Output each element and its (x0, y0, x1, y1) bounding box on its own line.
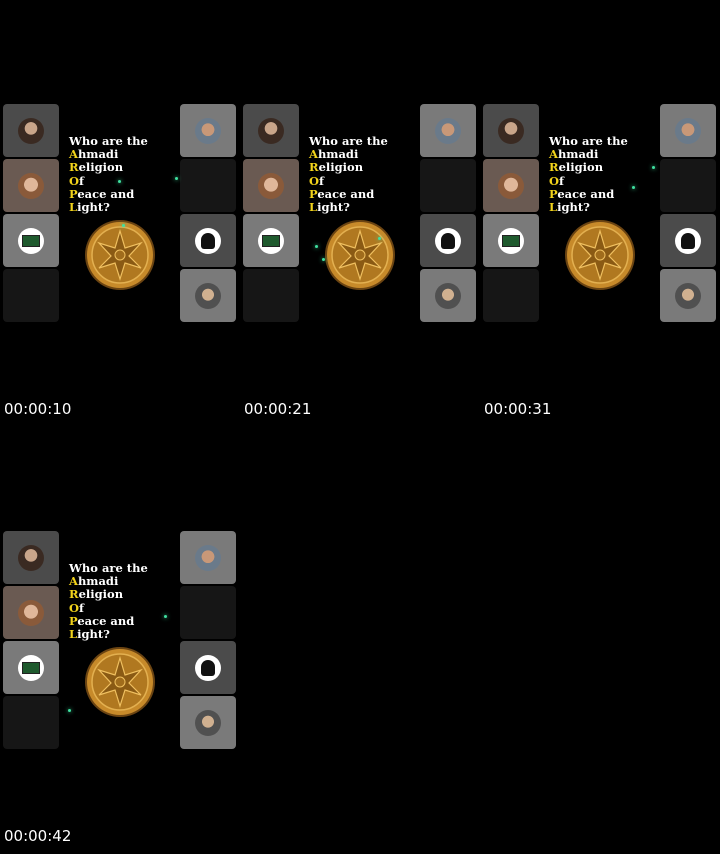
avatar (675, 117, 701, 144)
participant-tile[interactable] (3, 159, 59, 212)
hooded-avatar (195, 227, 221, 254)
avatar (498, 172, 524, 199)
participant-tile[interactable] (180, 531, 236, 584)
avatar (435, 282, 461, 309)
sparkle (632, 186, 635, 189)
sparkle (122, 224, 125, 227)
empty-tile (483, 269, 539, 322)
participant-tile[interactable] (420, 104, 476, 157)
participant-tile[interactable] (420, 214, 476, 267)
hooded-avatar (675, 227, 701, 254)
avatar (258, 172, 284, 199)
avatar (195, 282, 221, 309)
sparkle (315, 245, 318, 248)
empty-tile (420, 159, 476, 212)
septagram-medal-icon (85, 647, 155, 717)
septagram-medal-icon (85, 220, 155, 290)
empty-tile (660, 159, 716, 212)
avatar (18, 599, 44, 626)
participant-tile[interactable] (660, 269, 716, 322)
sparkle (164, 615, 167, 618)
video-frame-1: Who are the Ahmadi Religion Of Peace and… (0, 0, 240, 427)
avatar (435, 117, 461, 144)
avatar (195, 544, 221, 571)
avatar (18, 544, 44, 571)
participant-tile[interactable] (3, 531, 59, 584)
hooded-avatar (435, 227, 461, 254)
timestamp: 00:00:31 (484, 400, 552, 418)
empty-tile (243, 269, 299, 322)
avatar (498, 117, 524, 144)
sparkle (322, 258, 325, 261)
empty-tile (180, 159, 236, 212)
empty-tile (180, 586, 236, 639)
participant-tile[interactable] (180, 641, 236, 694)
timestamp: 00:00:42 (4, 827, 72, 845)
video-title: Who are the Ahmadi Religion Of Peace and… (309, 134, 388, 215)
flag-avatar (258, 227, 284, 254)
participant-tile[interactable] (243, 159, 299, 212)
participant-tile[interactable] (180, 104, 236, 157)
video-title: Who are the Ahmadi Religion Of Peace and… (69, 561, 148, 642)
participant-tile[interactable] (3, 641, 59, 694)
participant-tile[interactable] (660, 104, 716, 157)
video-frame-4: Who are the Ahmadi Religion Of Peace and… (0, 427, 240, 854)
avatar (195, 117, 221, 144)
participant-tile[interactable] (3, 214, 59, 267)
participant-tile[interactable] (3, 104, 59, 157)
avatar (18, 117, 44, 144)
empty-tile (3, 696, 59, 749)
video-title: Who are the Ahmadi Religion Of Peace and… (549, 134, 628, 215)
sparkle (118, 180, 121, 183)
flag-avatar (18, 654, 44, 681)
septagram-medal-icon (325, 220, 395, 290)
sparkle (378, 237, 381, 240)
avatar (675, 282, 701, 309)
video-frame-2: Who are the Ahmadi Religion Of Peace and… (240, 0, 480, 427)
participant-tile[interactable] (180, 214, 236, 267)
participant-tile[interactable] (180, 269, 236, 322)
sparkle (175, 177, 178, 180)
participant-tile[interactable] (483, 104, 539, 157)
septagram-medal-icon (565, 220, 635, 290)
participant-tile[interactable] (243, 104, 299, 157)
participant-tile[interactable] (660, 214, 716, 267)
participant-tile[interactable] (420, 269, 476, 322)
avatar (195, 709, 221, 736)
participant-tile[interactable] (3, 586, 59, 639)
flag-avatar (498, 227, 524, 254)
participant-tile[interactable] (483, 159, 539, 212)
video-frame-3: Who are the Ahmadi Religion Of Peace and… (480, 0, 720, 427)
participant-tile[interactable] (483, 214, 539, 267)
participant-tile[interactable] (180, 696, 236, 749)
hooded-avatar (195, 654, 221, 681)
sparkle (68, 709, 71, 712)
participant-tile[interactable] (243, 214, 299, 267)
sparkle (652, 166, 655, 169)
timestamp: 00:00:10 (4, 400, 72, 418)
timestamp: 00:00:21 (244, 400, 312, 418)
avatar (18, 172, 44, 199)
flag-avatar (18, 227, 44, 254)
empty-tile (3, 269, 59, 322)
video-title: Who are the Ahmadi Religion Of Peace and… (69, 134, 148, 215)
avatar (258, 117, 284, 144)
